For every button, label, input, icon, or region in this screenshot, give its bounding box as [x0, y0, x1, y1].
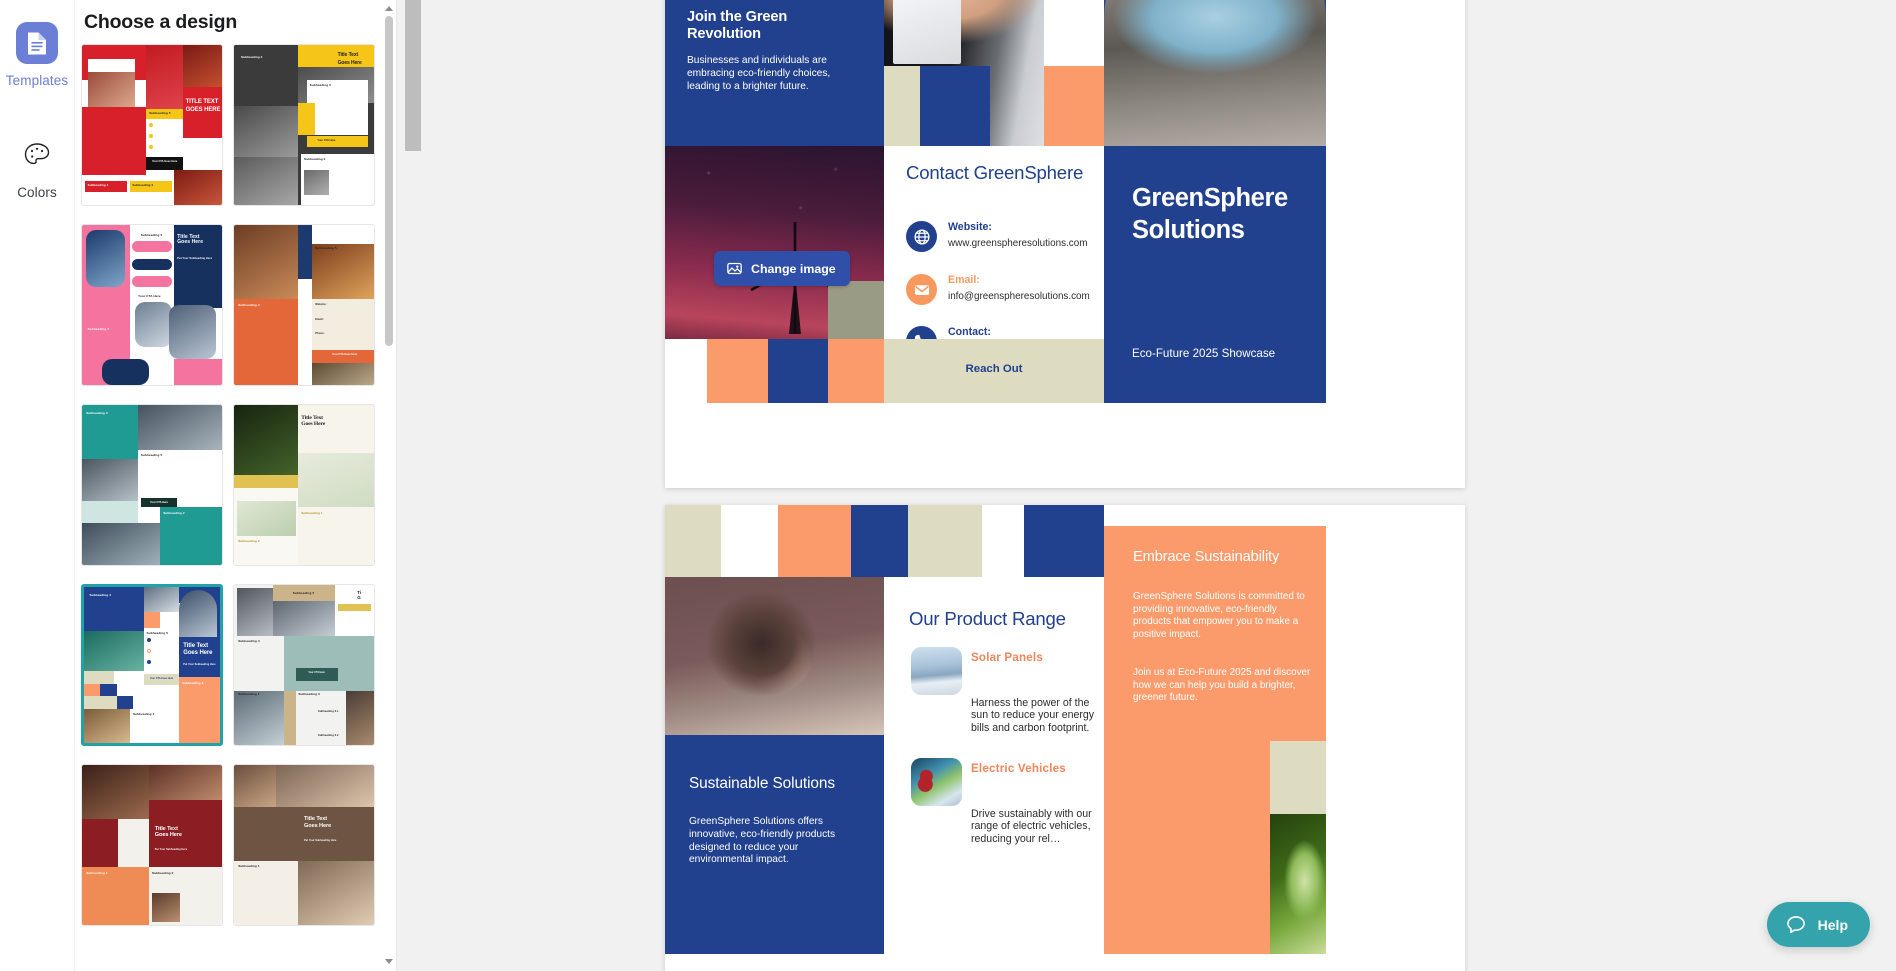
palette-icon: [16, 134, 58, 176]
contact-value-website: www.greenspheresolutions.com: [948, 238, 1088, 249]
product-name-ev: Electric Vehicles: [971, 762, 1066, 775]
template-panel-scrollbar[interactable]: [384, 4, 394, 967]
template-thumbnail-t2[interactable]: Subheading 4 Subheading 5 Title Text Goes…: [233, 44, 375, 206]
pages-container: Contact GreenSphere Website: www.greensp: [665, 0, 1465, 971]
globe-icon: [906, 221, 937, 252]
template-thumbnail-t6[interactable]: Title Text Goes Here Subheading 1 Subhead…: [233, 404, 375, 566]
p2-block-white-1: [721, 505, 778, 577]
footer-block-orange-1: [707, 339, 768, 403]
solar-panel-thumbnail[interactable]: [911, 647, 962, 695]
template-thumbnail-t1[interactable]: Subheading 4 Subheading 5 TITLE TEXT GOES…: [81, 44, 223, 206]
footer-block-white: [665, 339, 707, 403]
contact-label-email: Email:: [948, 274, 980, 286]
brochure-page-1[interactable]: Contact GreenSphere Website: www.greensp: [665, 0, 1465, 488]
p2-block-blue-2: [1024, 505, 1104, 577]
design-canvas: Contact GreenSphere Website: www.greensp: [397, 0, 1896, 971]
template-thumbnail-t4[interactable]: Subheading 5 Subheading 4 Website: Email…: [233, 224, 375, 386]
document-icon: [16, 22, 58, 64]
image-swap-icon: [726, 260, 743, 277]
contact-title: Contact GreenSphere: [906, 162, 1084, 183]
scroll-up-arrow-icon[interactable]: [384, 4, 394, 14]
sustainable-body: GreenSphere Solutions offers innovative,…: [689, 816, 836, 866]
help-label: Help: [1817, 916, 1848, 933]
product-range-title: Our Product Range: [909, 608, 1066, 629]
embrace-body-2: Join us at Eco-Future 2025 and discover …: [1133, 667, 1311, 704]
rail-item-colors[interactable]: Colors: [0, 124, 75, 206]
footer-block-blue: [768, 339, 828, 403]
p2-block-orange-1: [778, 505, 851, 577]
contact-label-phone: Contact:: [948, 326, 991, 338]
p2-block-cream-2: [908, 505, 982, 577]
business-card-shape: [893, 0, 961, 64]
product-desc-solar: Harness the power of the sun to reduce y…: [971, 697, 1095, 734]
product-desc-ev: Drive sustainably with our range of elec…: [971, 808, 1092, 845]
embrace-heading: Embrace Sustainability: [1133, 549, 1280, 565]
scrollbar-thumb[interactable]: [385, 16, 393, 346]
color-block-blue-1: [920, 66, 990, 146]
template-thumbnail-t7[interactable]: Subheading 4 Subheading 5 Title Text Goes…: [81, 584, 223, 746]
p2-block-blue-1: [851, 505, 908, 577]
p2-block-orange-2: [1104, 836, 1270, 954]
template-thumbnail-t10[interactable]: Title Text Goes Here Put Your Subheading …: [233, 764, 375, 926]
template-panel: Choose a design Subheading 4 Subheading …: [75, 0, 397, 971]
brand-name: GreenSphere Solutions: [1132, 184, 1288, 244]
canvas-scrollbar-thumb[interactable]: [405, 0, 421, 151]
contact-row-email: Email: info@greenspheresolutions.com: [906, 274, 1098, 305]
page-title: Choose a design: [84, 11, 238, 33]
hero-heading: Join the Green Revolution: [687, 9, 788, 42]
color-block-sage-1: [828, 281, 884, 339]
template-thumbnail-t9[interactable]: Title Text Goes Here Put Your Subheading …: [81, 764, 223, 926]
rail-label-templates: Templates: [5, 73, 69, 88]
brand-tagline: Eco-Future 2025 Showcase: [1132, 347, 1276, 360]
chat-bubble-icon: [1785, 914, 1807, 936]
brochure-page-2[interactable]: Sustainable Solutions GreenSphere Soluti…: [665, 505, 1465, 971]
template-thumbnail-t5[interactable]: Subheading 4 Subheading 5 Your CTA Here …: [81, 404, 223, 566]
change-image-label: Change image: [751, 261, 836, 276]
hero-body: Businesses and individuals are embracing…: [687, 55, 831, 92]
p2-block-white-3: [982, 505, 1024, 577]
rail-item-templates[interactable]: Templates: [0, 12, 75, 94]
electric-vehicle-thumbnail[interactable]: [911, 758, 962, 806]
footer-block-orange-2: [828, 339, 884, 403]
scroll-down-arrow-icon[interactable]: [384, 957, 394, 967]
sustainable-heading: Sustainable Solutions: [689, 775, 835, 792]
template-thumbnail-t3[interactable]: Title Text Goes Here Put Your Subheading …: [81, 224, 223, 386]
template-thumbnail-t8[interactable]: Subheading 5 Ti G Subheading 4 Your CTA H…: [233, 584, 375, 746]
green-leaf-photo[interactable]: [1270, 814, 1326, 954]
contact-value-email: info@greenspheresolutions.com: [948, 291, 1090, 302]
p2-block-cream-1: [665, 505, 721, 577]
change-image-button[interactable]: Change image: [714, 251, 850, 286]
canvas-scrollbar[interactable]: [405, 0, 421, 971]
embrace-body-1: GreenSphere Solutions is committed to pr…: [1133, 591, 1305, 640]
app-root: Templates Colors Choose a design Subhead…: [0, 0, 1896, 971]
color-block-cream-1: [884, 66, 920, 146]
rail-label-colors: Colors: [17, 185, 57, 200]
left-icon-rail: Templates Colors: [0, 0, 75, 971]
contact-label-website: Website:: [948, 221, 992, 233]
envelope-icon: [906, 274, 937, 305]
color-block-white-1: [1044, 0, 1104, 66]
electric-car-photo[interactable]: [1104, 0, 1326, 146]
p2-block-cream-3: [1270, 741, 1326, 814]
reach-out-cta[interactable]: Reach Out: [884, 362, 1104, 376]
color-block-orange-1: [1044, 66, 1104, 146]
product-name-solar: Solar Panels: [971, 651, 1043, 664]
help-button[interactable]: Help: [1766, 902, 1870, 947]
contact-row-website: Website: www.greenspheresolutions.com: [906, 221, 1098, 252]
template-thumbnail-list: Subheading 4 Subheading 5 TITLE TEXT GOES…: [75, 44, 382, 971]
woman-with-serum-photo[interactable]: [665, 577, 884, 735]
